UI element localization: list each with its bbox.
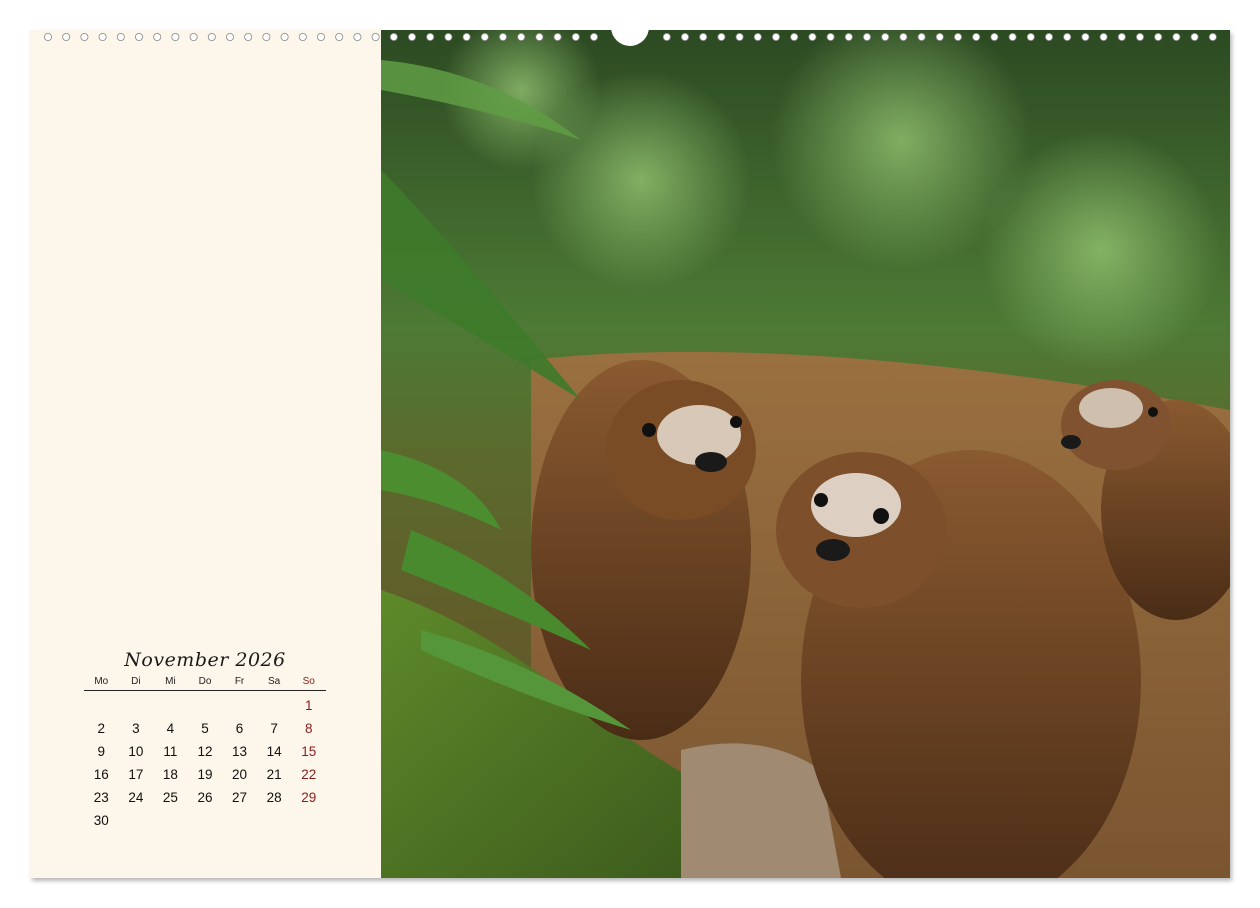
- weekday-label: Do: [198, 676, 212, 687]
- day-cell: 16: [93, 767, 109, 782]
- day-cell: 3: [132, 721, 140, 736]
- weekday-label: Mi: [165, 676, 176, 687]
- day-cell: 2: [97, 721, 106, 736]
- day-cell: 24: [128, 790, 144, 805]
- weekday-label: Sa: [268, 676, 281, 687]
- day-cell: 28: [266, 790, 282, 805]
- day-cell: 9: [97, 744, 106, 759]
- calendar-page: November 2026 Mo Di Mi Do Fr Sa So 1 2 3 4 5 6 7 8 9 10…: [30, 22, 1230, 878]
- day-cell: 14: [266, 744, 282, 759]
- empty-day-cell: [188, 695, 223, 718]
- day-cell: 13: [232, 744, 248, 759]
- day-cell: 23: [93, 790, 109, 805]
- day-cell: 26: [197, 790, 213, 805]
- day-cell: 12: [197, 744, 213, 759]
- day-cell: 22: [301, 767, 317, 782]
- day-cell: 11: [163, 744, 178, 759]
- day-cell: 1: [304, 698, 313, 713]
- day-cell: 21: [266, 767, 282, 782]
- weekday-label: So: [302, 676, 315, 687]
- day-cell: 18: [162, 767, 178, 782]
- empty-day-cell: [257, 695, 292, 718]
- empty-day-cell: [222, 695, 257, 718]
- day-cell: 10: [128, 744, 144, 759]
- day-cell: 19: [197, 767, 213, 782]
- day-cell: 17: [128, 767, 144, 782]
- day-grid: 1 2 3 4 5 6 7 8 9 10 11 12 13 14 15 16 17 18 19 20 21 22 23 24 2…: [84, 695, 326, 833]
- empty-day-cell: [119, 695, 154, 718]
- day-cell: 27: [232, 790, 248, 805]
- empty-day-cell: [153, 695, 188, 718]
- weekday-header: Mo Di Mi Do Fr Sa So: [84, 676, 326, 691]
- day-cell: 6: [235, 721, 244, 736]
- month-calendar: November 2026 Mo Di Mi Do Fr Sa So 1 2 3 4 5 6 7 8 9 10…: [82, 648, 328, 833]
- empty-day-cell: [84, 695, 119, 718]
- day-cell: 20: [232, 767, 248, 782]
- day-cell: 5: [201, 721, 209, 736]
- day-cell: 15: [301, 744, 317, 759]
- day-cell: 25: [162, 790, 178, 805]
- day-cell: 30: [93, 813, 109, 828]
- weekday-label: Di: [131, 676, 141, 687]
- day-cell: 4: [166, 721, 175, 736]
- otter-photo: [381, 30, 1230, 878]
- weekday-label: Fr: [234, 676, 245, 687]
- day-cell: 8: [304, 721, 313, 736]
- day-cell: 29: [301, 790, 317, 805]
- calendar-panel: November 2026 Mo Di Mi Do Fr Sa So 1 2 3 4 5 6 7 8 9 10…: [30, 30, 381, 878]
- weekday-label: Mo: [94, 676, 109, 687]
- month-title: November 2026: [124, 649, 286, 671]
- day-cell: 7: [270, 721, 278, 736]
